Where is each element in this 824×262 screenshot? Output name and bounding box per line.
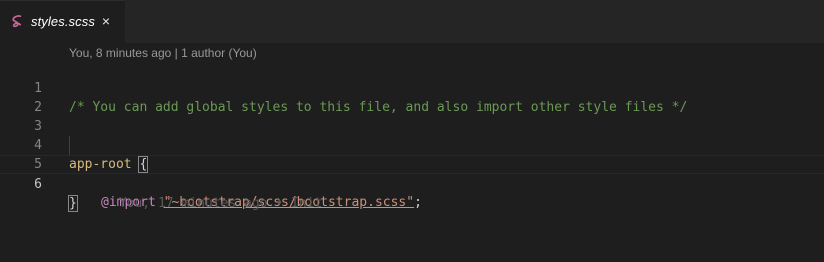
tab-top-border xyxy=(0,0,125,1)
editor-window: styles.scss × You, 8 minutes ago | 1 aut… xyxy=(0,0,824,262)
close-icon[interactable]: × xyxy=(99,13,113,29)
git-blame-annotation: You, 17 minutes ago • Init xyxy=(118,196,323,211)
indent-guide xyxy=(69,136,70,155)
code-editor[interactable]: You, 8 minutes ago | 1 author (You) 1 /*… xyxy=(0,43,824,262)
line-content: } You, 17 minutes ago • Init xyxy=(68,194,323,213)
tab-styles-scss[interactable]: styles.scss × xyxy=(0,0,125,43)
code-line-2[interactable]: 2 xyxy=(0,79,824,115)
tab-label: styles.scss xyxy=(31,14,95,29)
tab-bar: styles.scss × xyxy=(0,0,824,43)
code-line-4[interactable]: 4 app-root { xyxy=(0,117,824,173)
sass-icon xyxy=(11,14,25,30)
line-number: 6 xyxy=(34,177,42,192)
code-line-3[interactable]: 3 xyxy=(0,98,824,134)
git-codelens[interactable]: You, 8 minutes ago | 1 author (You) xyxy=(69,46,257,60)
code-line-5[interactable]: 5 @import "~bootstrap/scss/bootstrap.scs… xyxy=(0,136,824,210)
semicolon-token: ; xyxy=(414,195,422,210)
code-line-6[interactable]: 6 } You, 17 minutes ago • Init xyxy=(0,155,824,212)
close-brace-token: } xyxy=(68,195,78,212)
code-line-1[interactable]: 1 /* You can add global styles to this f… xyxy=(0,60,824,115)
